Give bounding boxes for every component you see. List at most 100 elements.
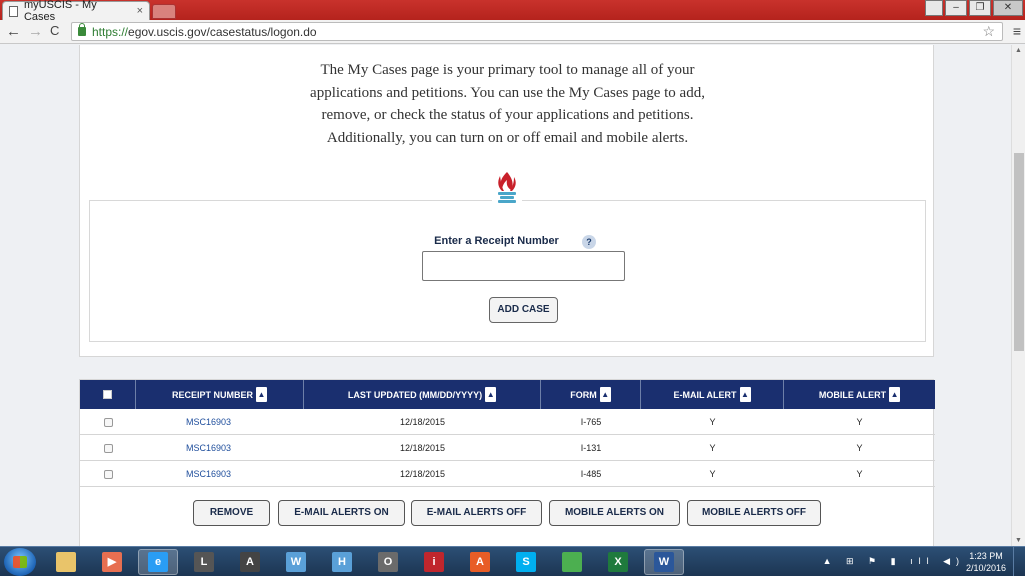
add-case-card: The My Cases page is your primary tool t… (79, 45, 934, 357)
table-row: MSC16903 12/18/2015 I-131 Y Y (80, 435, 935, 461)
word-app[interactable]: W (644, 549, 684, 575)
sort-up-icon[interactable]: ▲ (599, 387, 611, 402)
browser-titlebar: myUSCIS - My Cases × – ❐ ✕ (0, 0, 1025, 23)
help-icon[interactable]: ? (582, 235, 596, 249)
taskbar-clock[interactable]: 1:23 PM 2/10/2016 (965, 550, 1007, 574)
user-icon[interactable] (925, 0, 943, 16)
w-app[interactable]: W (276, 549, 316, 575)
skype-app[interactable]: S (506, 549, 546, 575)
i-app-icon: i (424, 552, 444, 572)
row-checkbox[interactable] (103, 443, 113, 453)
receipt-link[interactable]: MSC16903 (136, 409, 304, 435)
excel-app[interactable]: X (598, 549, 638, 575)
email-alerts-on-button[interactable]: E-MAIL ALERTS ON (278, 500, 405, 526)
system-tray-icons[interactable]: ▲ ⊞ ⚑ ▮ ıll ◀) (823, 556, 965, 567)
header-form[interactable]: FORM ▲ (541, 380, 641, 409)
media-player-app[interactable]: ▶ (92, 549, 132, 575)
reload-icon[interactable]: C (50, 23, 59, 38)
email-alerts-off-button[interactable]: E-MAIL ALERTS OFF (411, 500, 542, 526)
sort-up-icon[interactable]: ▲ (485, 387, 497, 402)
row-checkbox[interactable] (103, 417, 113, 427)
form-cell: I-131 (580, 443, 602, 453)
header-mobile-label: MOBILE ALERT (818, 389, 887, 400)
address-bar[interactable]: https:// egov.uscis.gov/casestatus/logon… (71, 22, 1003, 41)
last-updated-cell: 12/18/2015 (399, 469, 446, 479)
receipt-number-label: Enter a Receipt Number (434, 235, 559, 247)
email-alert-cell: Y (709, 417, 716, 427)
mobile-alert-cell: Y (856, 417, 863, 427)
add-case-button[interactable]: ADD CASE (489, 297, 558, 323)
header-updated-label: LAST UPDATED (MM/DD/YYYY) (347, 389, 483, 400)
clock-date: 2/10/2016 (965, 563, 1007, 573)
restore-button[interactable]: ❐ (969, 0, 991, 16)
acrobat-app-icon: A (470, 552, 490, 572)
form-cell: I-765 (580, 417, 602, 427)
intro-line-3: remove, or check the status of your appl… (321, 107, 694, 123)
receipt-link[interactable]: MSC16903 (136, 435, 304, 461)
select-all-checkbox[interactable] (103, 390, 112, 399)
h-app-icon: H (332, 552, 352, 572)
o-app-icon: O (378, 552, 398, 572)
browser-menu-icon[interactable]: ≡ (1013, 23, 1021, 39)
form-cell: I-485 (580, 469, 602, 479)
start-button[interactable] (4, 548, 36, 576)
receipt-link[interactable]: MSC16903 (136, 461, 304, 487)
mobile-alerts-on-button[interactable]: MOBILE ALERTS ON (549, 500, 680, 526)
header-receipt-label: RECEIPT NUMBER (171, 389, 253, 400)
row-checkbox[interactable] (103, 469, 113, 479)
a-app[interactable]: A (230, 549, 270, 575)
scrollbar-thumb[interactable] (1014, 153, 1024, 351)
i-app[interactable]: i (414, 549, 454, 575)
remove-button[interactable]: REMOVE (193, 500, 270, 526)
explorer-app[interactable] (46, 549, 86, 575)
scroll-down-icon[interactable]: ▼ (1015, 537, 1022, 544)
cases-table-card: RECEIPT NUMBER ▲ LAST UPDATED (MM/DD/YYY… (79, 379, 935, 546)
sort-up-icon[interactable]: ▲ (889, 387, 901, 402)
intro-line-2: applications and petitions. You can use … (310, 84, 705, 101)
table-actions: REMOVE E-MAIL ALERTS ON E-MAIL ALERTS OF… (80, 500, 935, 528)
tab-close-icon[interactable]: × (137, 5, 143, 17)
lock-icon (78, 23, 86, 36)
l-app-icon: L (194, 552, 214, 572)
back-arrow-icon[interactable]: ← (6, 23, 21, 40)
header-email-alert[interactable]: E-MAIL ALERT ▲ (641, 380, 784, 409)
chrome-app[interactable] (552, 549, 592, 575)
add-case-form: Enter a Receipt Number ? ADD CASE (89, 200, 926, 342)
sort-up-icon[interactable]: ▲ (739, 387, 751, 402)
email-alert-cell: Y (709, 469, 716, 479)
header-mobile-alert[interactable]: MOBILE ALERT ▲ (784, 380, 935, 409)
new-tab-button[interactable] (152, 4, 176, 19)
table-row: MSC16903 12/18/2015 I-765 Y Y (80, 409, 935, 435)
bookmark-star-icon[interactable]: ☆ (982, 23, 995, 40)
browser-toolbar: ← → C https:// egov.uscis.gov/casestatus… (0, 20, 1025, 44)
o-app[interactable]: O (368, 549, 408, 575)
browser-tab-active[interactable]: myUSCIS - My Cases × (2, 0, 150, 23)
media-player-app-icon: ▶ (102, 552, 122, 572)
sort-up-icon[interactable]: ▲ (256, 387, 267, 402)
receipt-label-row: Enter a Receipt Number (90, 235, 927, 247)
excel-app-icon: X (608, 552, 628, 572)
mobile-alerts-off-button[interactable]: MOBILE ALERTS OFF (687, 500, 821, 526)
skype-app-icon: S (516, 552, 536, 572)
l-app[interactable]: L (184, 549, 224, 575)
internet-explorer-app[interactable]: e (138, 549, 178, 575)
minimize-button[interactable]: – (945, 0, 967, 16)
a-app-icon: A (240, 552, 260, 572)
page-icon (9, 5, 18, 17)
row-checkbox-cell (80, 435, 136, 461)
page-viewport: The My Cases page is your primary tool t… (0, 45, 1011, 546)
vertical-scrollbar[interactable]: ▲ ▼ (1011, 45, 1025, 546)
acrobat-app[interactable]: A (460, 549, 500, 575)
forward-arrow-icon[interactable]: → (28, 23, 43, 40)
torch-logo-icon (492, 170, 522, 212)
table-header: RECEIPT NUMBER ▲ LAST UPDATED (MM/DD/YYY… (80, 380, 935, 409)
close-window-button[interactable]: ✕ (993, 0, 1023, 16)
url-scheme: https:// (92, 24, 129, 39)
receipt-number-input[interactable] (422, 251, 625, 281)
row-checkbox-cell (80, 461, 136, 487)
show-desktop-button[interactable] (1013, 547, 1025, 576)
scroll-up-icon[interactable]: ▲ (1015, 47, 1022, 54)
header-last-updated[interactable]: LAST UPDATED (MM/DD/YYYY) ▲ (304, 380, 541, 409)
h-app[interactable]: H (322, 549, 362, 575)
header-receipt-number[interactable]: RECEIPT NUMBER ▲ (136, 380, 304, 409)
